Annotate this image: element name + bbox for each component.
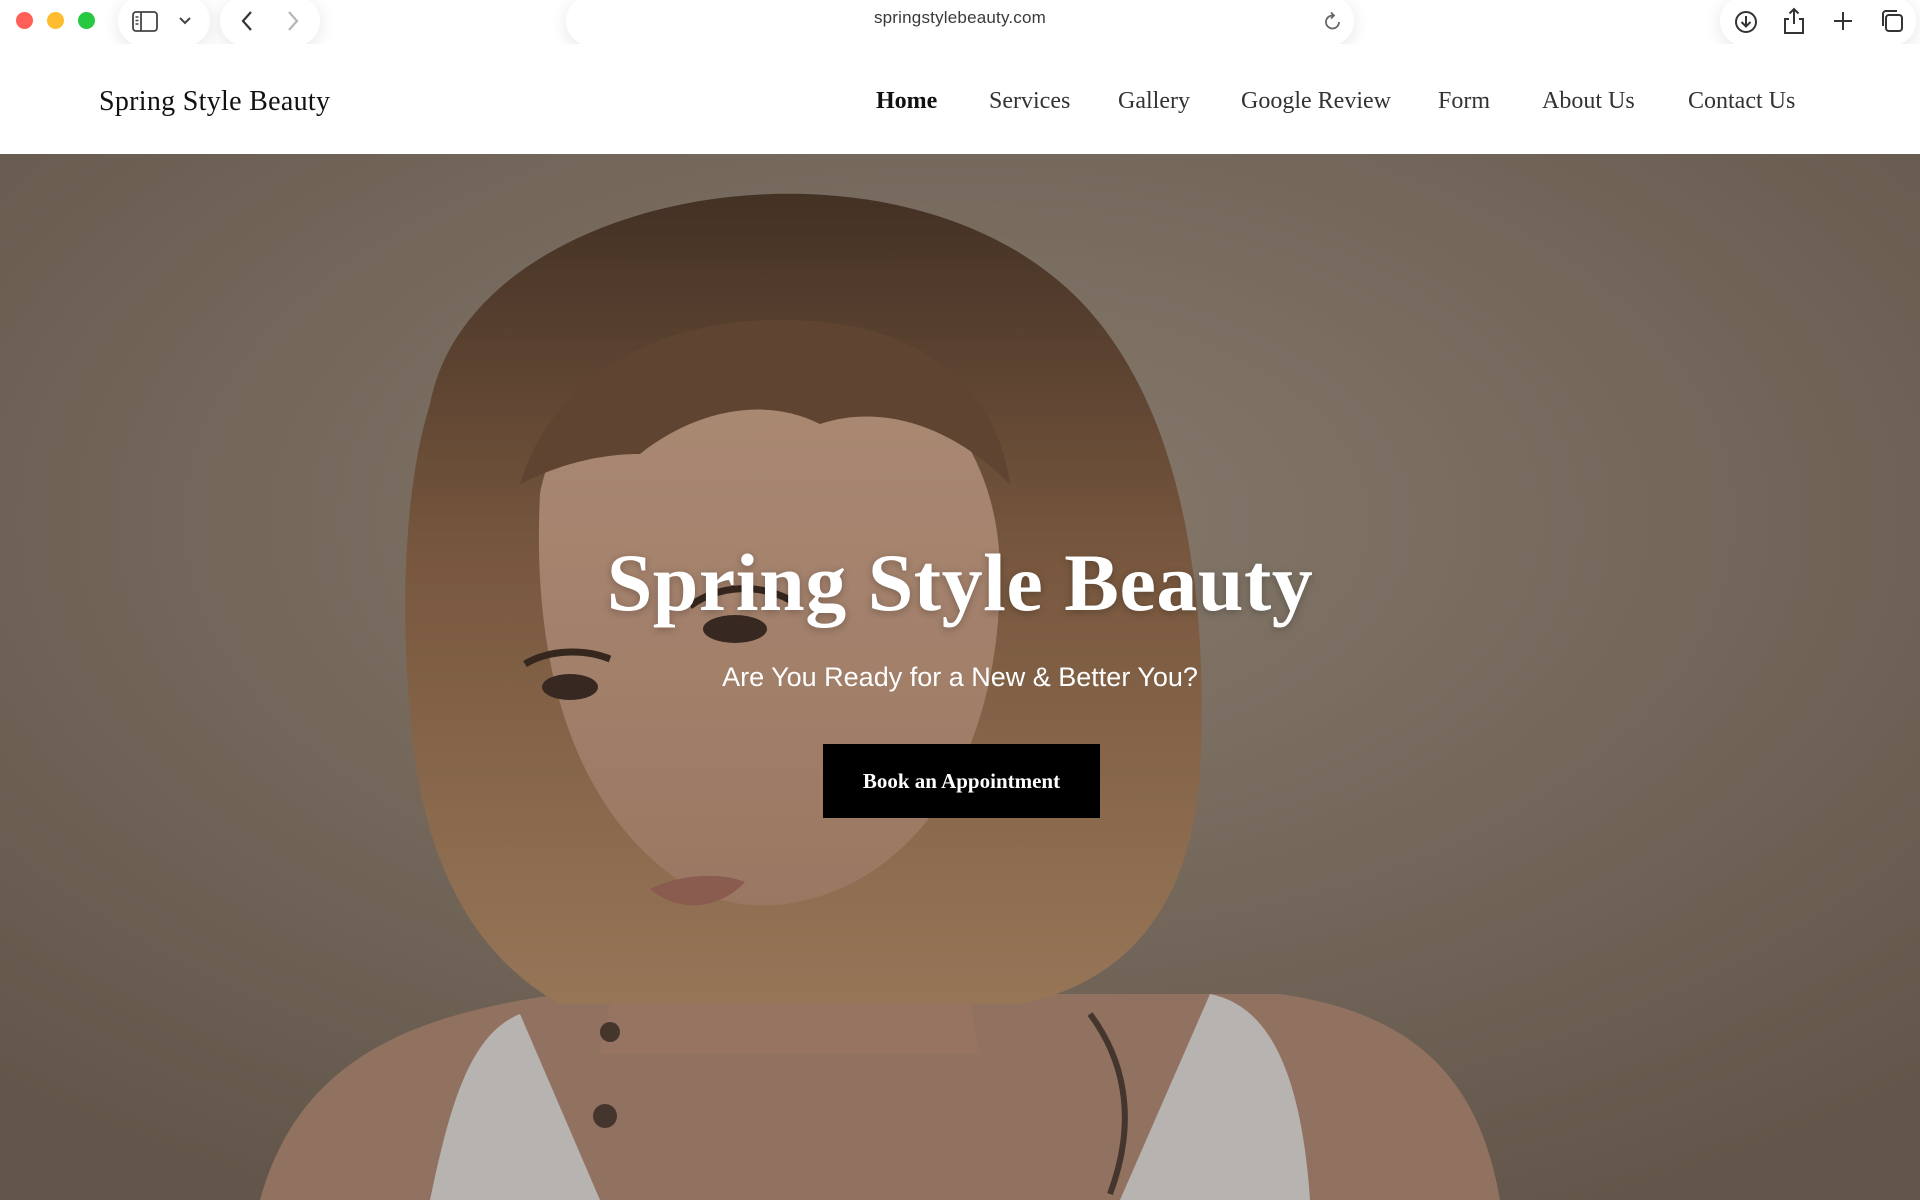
nav-gallery[interactable]: Gallery <box>1118 88 1190 115</box>
browser-toolbar: springstylebeauty.com <box>0 0 1920 46</box>
site-header: Spring Style Beauty Home Services Galler… <box>0 44 1920 155</box>
nav-home[interactable]: Home <box>876 88 937 115</box>
nav-services[interactable]: Services <box>989 88 1070 115</box>
download-icon[interactable] <box>1734 10 1758 34</box>
url-text[interactable]: springstylebeauty.com <box>566 8 1354 28</box>
hero-section: Spring Style Beauty Are You Ready for a … <box>0 154 1920 1200</box>
sidebar-icon[interactable] <box>132 11 158 32</box>
window-close-button[interactable] <box>16 12 33 29</box>
nav-about-us[interactable]: About Us <box>1542 88 1635 115</box>
nav-form[interactable]: Form <box>1438 88 1490 115</box>
nav-contact-us[interactable]: Contact Us <box>1688 88 1795 115</box>
chevron-down-icon[interactable] <box>178 16 192 26</box>
address-bar[interactable]: springstylebeauty.com <box>566 0 1354 46</box>
nav-google-review[interactable]: Google Review <box>1241 88 1391 115</box>
reload-icon[interactable] <box>1324 11 1342 31</box>
chevron-right-icon[interactable] <box>286 10 300 32</box>
window-maximize-button[interactable] <box>78 12 95 29</box>
book-appointment-button[interactable]: Book an Appointment <box>823 744 1100 818</box>
chevron-left-icon[interactable] <box>240 10 254 32</box>
hero-subtitle: Are You Ready for a New & Better You? <box>722 662 1198 692</box>
main-nav: Home Services Gallery Google Review Form… <box>0 88 1920 128</box>
history-navigation <box>220 0 320 46</box>
sidebar-controls <box>118 0 210 46</box>
share-icon[interactable] <box>1783 7 1805 35</box>
window-minimize-button[interactable] <box>47 12 64 29</box>
tabs-overview-icon[interactable] <box>1880 9 1904 33</box>
hero-title: Spring Style Beauty <box>606 537 1314 628</box>
toolbar-actions <box>1720 0 1916 46</box>
plus-icon[interactable] <box>1833 11 1853 31</box>
